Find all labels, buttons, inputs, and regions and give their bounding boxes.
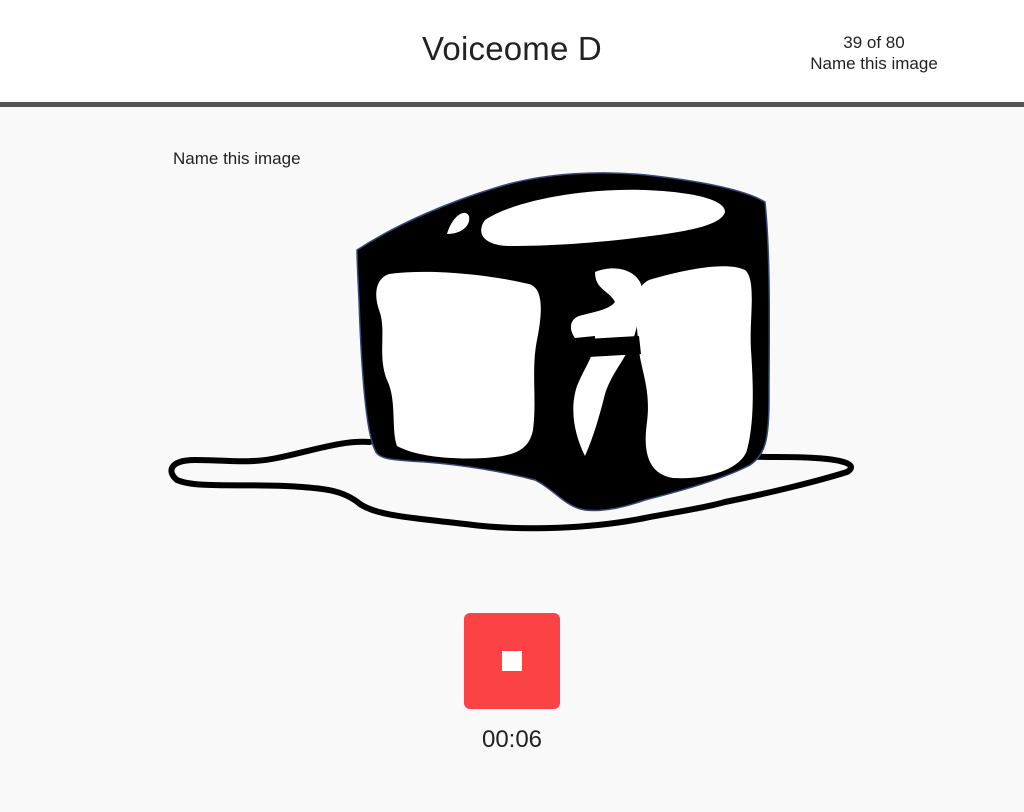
progress-indicator: 39 of 80 Name this image [784,32,964,74]
stop-icon [502,651,522,671]
cube-right-face [635,266,753,479]
progress-task-label: Name this image [810,54,938,73]
progress-counter: 39 of 80 [843,33,905,52]
stop-recording-button[interactable] [464,613,560,709]
recording-timer: 00:06 [481,726,543,753]
ice-cube-melting-icon [168,172,854,532]
cube-left-face [376,271,541,459]
header: Voiceome D 39 of 80 Name this image [0,0,1024,107]
